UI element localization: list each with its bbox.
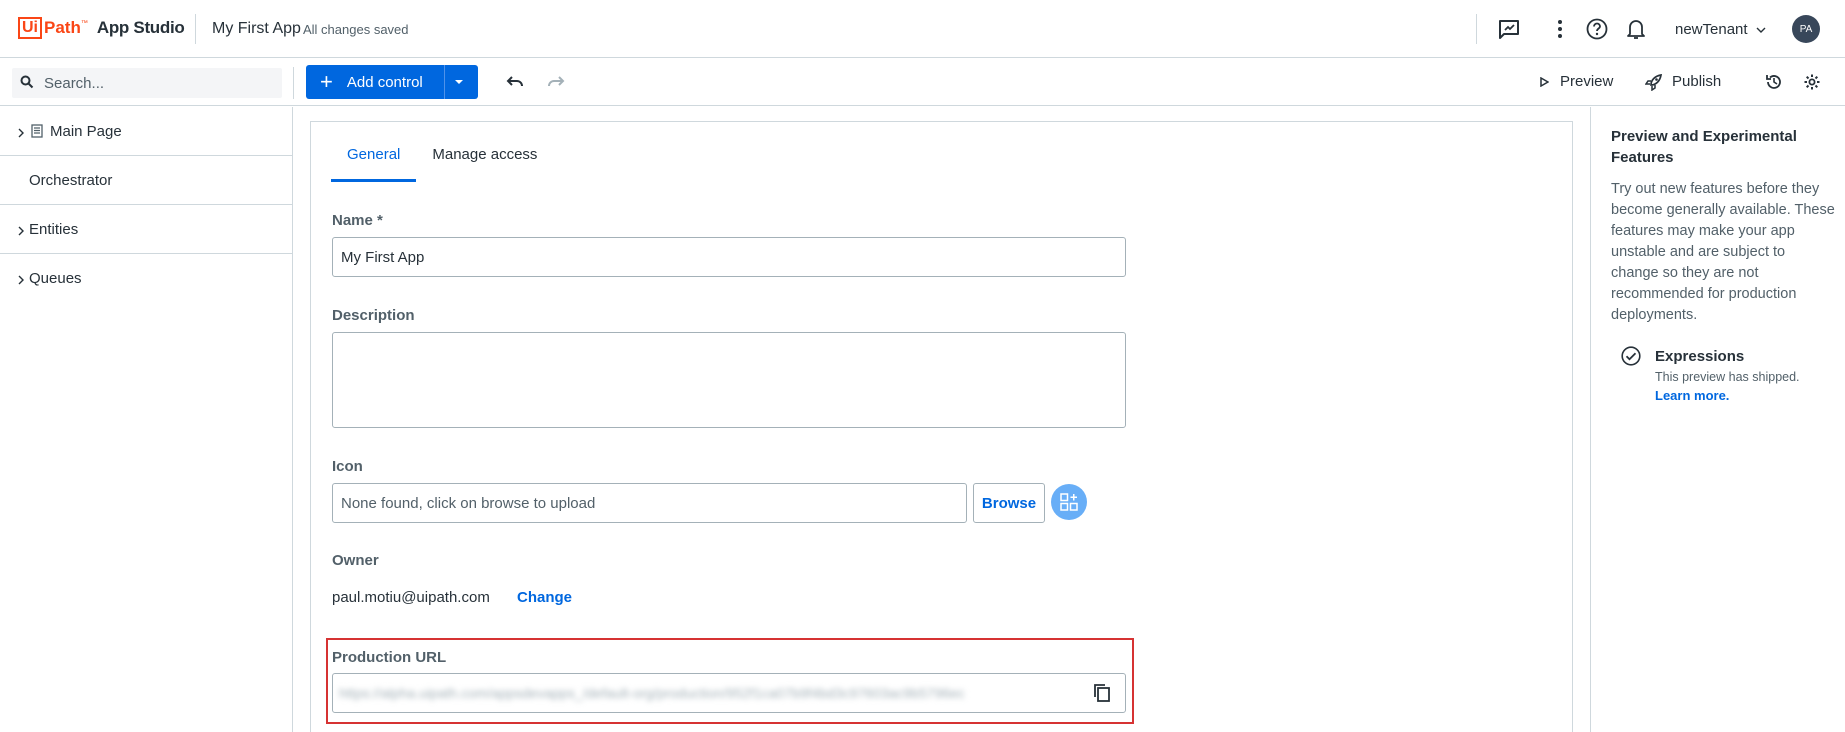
logo-ui-box: Ui bbox=[18, 17, 42, 39]
description-textarea[interactable] bbox=[332, 332, 1126, 428]
app-settings-panel: General Manage access Name * My First Ap… bbox=[310, 121, 1573, 732]
feature-status: This preview has shipped. bbox=[1655, 370, 1800, 384]
notifications-bell-icon[interactable] bbox=[1623, 16, 1649, 42]
description-label: Description bbox=[332, 307, 415, 324]
apps-grid-icon bbox=[1060, 493, 1078, 511]
logo-trademark: ™ bbox=[80, 19, 88, 27]
chevron-down-icon[interactable] bbox=[1748, 17, 1774, 43]
production-url-field[interactable]: https://alpha.uipath.com/appsdevapps_/de… bbox=[332, 673, 1126, 713]
name-label: Name * bbox=[332, 212, 383, 229]
preview-features-description: Try out new features before they become … bbox=[1611, 181, 1835, 323]
owner-label: Owner bbox=[332, 552, 379, 569]
search-input[interactable] bbox=[44, 68, 274, 98]
add-control-label: Add control bbox=[346, 73, 423, 91]
name-value: My First App bbox=[341, 248, 425, 266]
nav-item-orchestrator[interactable]: Orchestrator bbox=[0, 156, 292, 205]
nav-item-label: Main Page bbox=[50, 122, 122, 140]
icon-upload-field[interactable]: None found, click on browse to upload bbox=[332, 483, 967, 523]
change-owner-link[interactable]: Change bbox=[517, 589, 572, 606]
preview-button[interactable]: Preview bbox=[1560, 73, 1613, 90]
play-icon bbox=[1531, 69, 1557, 95]
header-divider bbox=[195, 14, 196, 44]
chevron-right-icon[interactable] bbox=[18, 223, 24, 240]
nav-item-label: Queues bbox=[29, 270, 82, 287]
logo-path-text: Path bbox=[44, 18, 81, 37]
tab-general[interactable]: General bbox=[331, 144, 417, 182]
copy-icon[interactable] bbox=[1093, 683, 1111, 708]
browse-button[interactable]: Browse bbox=[973, 483, 1045, 523]
production-url-value: https://alpha.uipath.com/appsdevapps_/de… bbox=[339, 685, 965, 701]
nav-item-label: Orchestrator bbox=[29, 171, 113, 189]
publish-button[interactable]: Publish bbox=[1672, 73, 1721, 90]
nav-item-entities[interactable]: Entities bbox=[0, 205, 292, 254]
more-options-icon[interactable] bbox=[1547, 16, 1573, 42]
help-icon[interactable] bbox=[1584, 16, 1610, 42]
app-name: My First App bbox=[212, 20, 301, 37]
version-history-icon[interactable] bbox=[1761, 69, 1787, 95]
redo-icon[interactable] bbox=[543, 69, 569, 95]
page-icon bbox=[31, 124, 43, 142]
app-header: Ui Path ™ App Studio My First App All ch… bbox=[0, 0, 1845, 58]
learn-more-link[interactable]: Learn more. bbox=[1655, 388, 1729, 403]
chevron-right-icon[interactable] bbox=[18, 272, 24, 289]
plus-icon: + bbox=[320, 69, 333, 94]
tenant-selector[interactable]: newTenant bbox=[1675, 21, 1748, 38]
add-control-dropdown-icon[interactable] bbox=[452, 75, 466, 94]
app-explorer-sidebar: Main Page Orchestrator Entities Queues bbox=[0, 107, 293, 732]
user-avatar[interactable]: PA bbox=[1792, 15, 1820, 43]
preview-features-title: Preview and Experimental Features bbox=[1611, 128, 1797, 166]
header-right-divider bbox=[1476, 14, 1477, 44]
undo-icon[interactable] bbox=[502, 69, 528, 95]
nav-item-label: Entities bbox=[29, 220, 79, 238]
search-box[interactable] bbox=[12, 68, 282, 98]
split-divider bbox=[444, 65, 445, 99]
save-status: All changes saved bbox=[303, 22, 409, 37]
icon-label: Icon bbox=[332, 458, 363, 475]
product-name: App Studio bbox=[96, 18, 185, 37]
add-control-button[interactable]: + Add control bbox=[306, 65, 478, 99]
editor-toolbar: + Add control Preview Publish bbox=[0, 59, 1845, 106]
nav-item-main-page[interactable]: Main Page bbox=[0, 107, 292, 156]
chevron-right-icon[interactable] bbox=[18, 125, 24, 142]
toolbar-divider bbox=[293, 67, 294, 99]
rocket-icon bbox=[1641, 69, 1667, 95]
name-field[interactable]: My First App bbox=[332, 237, 1126, 277]
tab-manage-access[interactable]: Manage access bbox=[416, 144, 553, 182]
search-icon bbox=[20, 75, 34, 94]
app-icon-preview bbox=[1051, 484, 1087, 520]
owner-email: paul.motiu@uipath.com bbox=[332, 589, 490, 606]
preview-features-panel: Preview and Experimental Features Try ou… bbox=[1590, 107, 1845, 732]
settings-tabs: General Manage access bbox=[331, 144, 553, 182]
feature-name: Expressions bbox=[1655, 348, 1745, 365]
settings-gear-icon[interactable] bbox=[1799, 69, 1825, 95]
feedback-icon[interactable] bbox=[1496, 16, 1522, 42]
production-url-label: Production URL bbox=[332, 649, 447, 666]
uipath-logo[interactable]: Ui Path ™ App Studio bbox=[18, 17, 185, 39]
icon-placeholder: None found, click on browse to upload bbox=[341, 494, 596, 512]
tenant-name: newTenant bbox=[1675, 21, 1748, 38]
nav-item-queues[interactable]: Queues bbox=[0, 254, 292, 303]
check-circle-icon bbox=[1621, 346, 1641, 371]
